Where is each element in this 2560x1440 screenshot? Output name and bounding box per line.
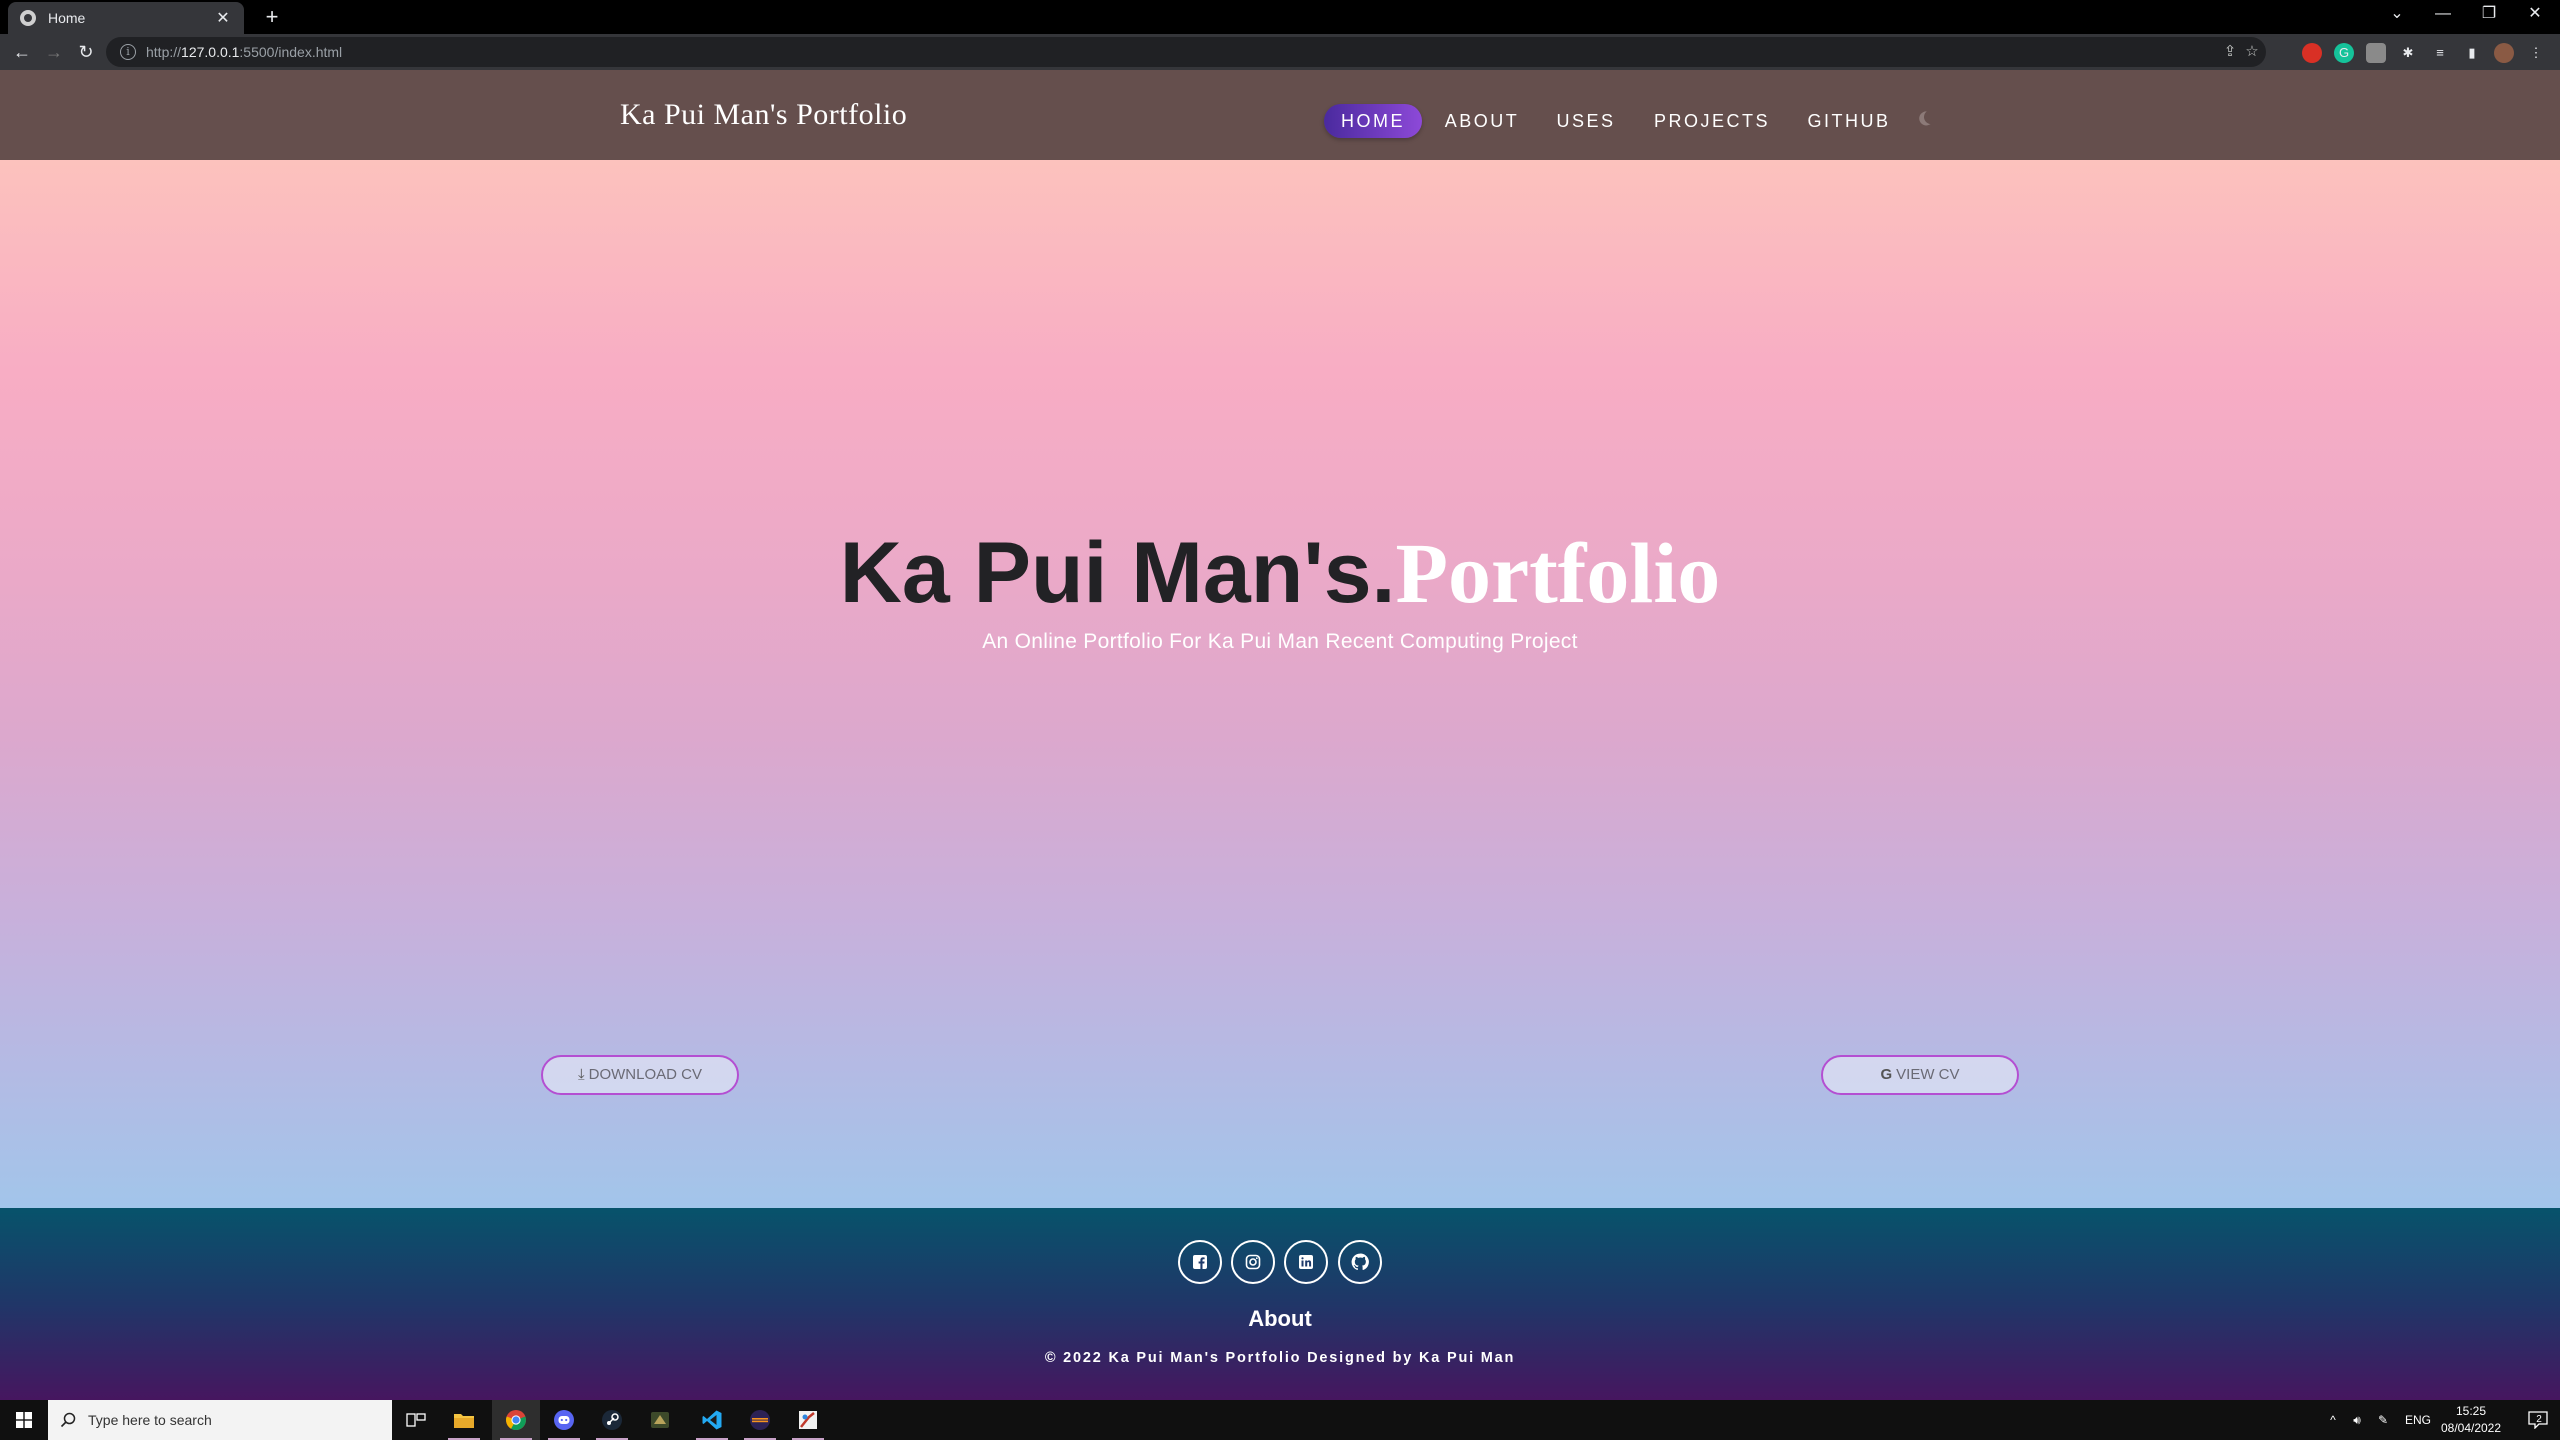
facebook-icon[interactable]: [1178, 1240, 1222, 1284]
network-icon[interactable]: ✎: [2370, 1400, 2396, 1440]
restore-button[interactable]: ❐: [2466, 0, 2512, 30]
globe-icon: [20, 10, 36, 26]
forward-icon[interactable]: →: [40, 38, 68, 66]
notification-center-icon[interactable]: 2: [2514, 1400, 2556, 1440]
search-icon: [60, 1412, 76, 1428]
profile-avatar[interactable]: [2494, 43, 2514, 63]
nav-uses[interactable]: USES: [1552, 104, 1620, 138]
minimize-button[interactable]: —: [2420, 0, 2466, 30]
footer-about-link[interactable]: About: [0, 1306, 2560, 1332]
taskbar-clock[interactable]: 15:25 08/04/2022: [2432, 1403, 2510, 1437]
tab-title: Home: [48, 10, 86, 26]
discord-icon[interactable]: [540, 1400, 588, 1440]
grammarly-icon[interactable]: G: [2334, 43, 2354, 63]
tab-search-icon[interactable]: ⌄: [2374, 0, 2420, 30]
view-cv-button[interactable]: G VIEW CV: [1821, 1055, 2019, 1095]
file-explorer-icon[interactable]: [440, 1400, 488, 1440]
nav-github[interactable]: GITHUB: [1806, 104, 1892, 138]
search-placeholder: Type here to search: [88, 1412, 212, 1428]
hero-title-main: Ka Pui Man's.: [839, 525, 1396, 621]
hero-title-accent: Portfolio: [1395, 525, 1721, 621]
windows-start-icon[interactable]: [0, 1400, 48, 1440]
extension-gray-icon[interactable]: [2366, 43, 2386, 63]
reload-icon[interactable]: ↻: [72, 38, 100, 66]
web-page: Ka Pui Man's Portfolio HOME ABOUT USES P…: [0, 70, 2560, 1400]
vscode-icon[interactable]: [688, 1400, 736, 1440]
volume-icon[interactable]: 🔊︎: [2344, 1400, 2370, 1440]
github-icon[interactable]: [1338, 1240, 1382, 1284]
hero-subtitle: An Online Portfolio For Ka Pui Man Recen…: [982, 630, 1578, 653]
download-cv-button[interactable]: ⤓ DOWNLOAD CV: [541, 1055, 739, 1095]
browser-tab[interactable]: Home ✕: [8, 2, 244, 34]
footer-copyright: © 2022 Ka Pui Man's Portfolio Designed b…: [1044, 1350, 1516, 1366]
site-footer: About © 2022 Ka Pui Man's Portfolio Desi…: [0, 1208, 2560, 1400]
back-icon[interactable]: ←: [8, 38, 36, 66]
browser-menu-icon[interactable]: ⋮: [2526, 43, 2546, 63]
instagram-icon[interactable]: [1231, 1240, 1275, 1284]
address-bar[interactable]: i http://127.0.0.1:5500/index.html ⇪ ☆: [106, 37, 2266, 67]
nav-home[interactable]: HOME: [1324, 104, 1422, 138]
linkedin-icon[interactable]: [1284, 1240, 1328, 1284]
share-icon[interactable]: ⇪: [2220, 42, 2240, 62]
bookmark-star-icon[interactable]: ☆: [2242, 42, 2262, 62]
google-icon: G: [1880, 1066, 1893, 1083]
paint-app-icon[interactable]: [784, 1400, 832, 1440]
site-info-icon[interactable]: i: [120, 44, 136, 60]
browser-toolbar: ← → ↻ i http://127.0.0.1:5500/index.html…: [0, 34, 2560, 70]
game-app-icon[interactable]: [636, 1400, 684, 1440]
side-panel-icon[interactable]: ▮: [2462, 43, 2482, 63]
extension-red-icon[interactable]: [2302, 43, 2322, 63]
close-window-button[interactable]: ✕: [2512, 0, 2558, 30]
task-view-icon[interactable]: [392, 1400, 440, 1440]
steam-icon[interactable]: [588, 1400, 636, 1440]
url-text: http://127.0.0.1:5500/index.html: [146, 44, 343, 60]
reading-list-icon[interactable]: ≡: [2430, 43, 2450, 63]
site-header: Ka Pui Man's Portfolio HOME ABOUT USES P…: [0, 70, 2560, 160]
browser-tabstrip: Home ✕ + ⌄ — ❐ ✕: [0, 0, 2560, 34]
eclipse-icon[interactable]: [736, 1400, 784, 1440]
site-brand[interactable]: Ka Pui Man's Portfolio: [620, 98, 907, 132]
notification-count: 2: [2536, 1413, 2542, 1425]
view-cv-label: VIEW CV: [1896, 1066, 1960, 1083]
download-cv-label: DOWNLOAD CV: [588, 1066, 702, 1083]
hero-section: Ka Pui Man's.Portfolio An Online Portfol…: [0, 160, 2560, 1208]
clock-date: 08/04/2022: [2440, 1421, 2502, 1435]
extensions-puzzle-icon[interactable]: ✱: [2398, 43, 2418, 63]
download-icon: ⤓: [578, 1066, 585, 1083]
clock-time: 15:25: [2455, 1404, 2487, 1418]
new-tab-button[interactable]: +: [258, 4, 286, 32]
nav-about[interactable]: ABOUT: [1440, 104, 1524, 138]
hero-title: Ka Pui Man's.Portfolio: [0, 523, 2560, 623]
moon-icon[interactable]: [1922, 108, 1940, 126]
taskbar-search-input[interactable]: Type here to search: [48, 1400, 392, 1440]
windows-taskbar: Type here to search ^ 🔊︎ ✎ ENG 15:25 08/…: [0, 1400, 2560, 1440]
nav-projects[interactable]: PROJECTS: [1652, 104, 1772, 138]
chrome-icon[interactable]: [492, 1400, 540, 1440]
close-tab-icon[interactable]: ✕: [214, 8, 232, 28]
